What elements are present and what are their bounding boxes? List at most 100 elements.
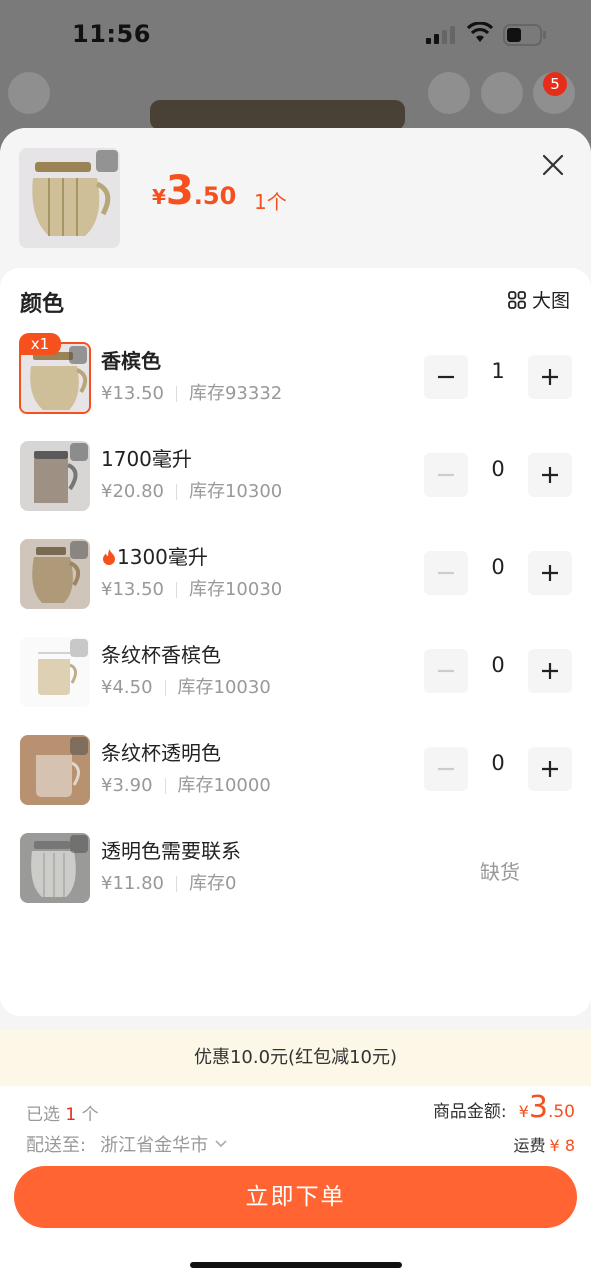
big-picture-label: 大图 <box>532 290 571 312</box>
total-int: 3 <box>528 1090 548 1125</box>
battery-icon <box>503 24 546 46</box>
option-item-champagne[interactable]: x1 香槟色 ¥13.50 库存93332 1 <box>0 333 591 433</box>
selected-summary: 已选 1 个 <box>26 1100 99 1125</box>
share-icon[interactable] <box>481 72 523 114</box>
option-item-striped-cup-champagne[interactable]: 条纹杯香槟色 ¥4.50 库存10030 0 <box>0 637 591 727</box>
decrement-button[interactable] <box>424 453 468 497</box>
selected-suffix: 个 <box>81 1105 99 1125</box>
option-item-1700ml[interactable]: 1700毫升 ¥20.80 库存10300 0 <box>0 441 591 531</box>
minus-icon <box>438 571 454 575</box>
home-indicator <box>190 1262 402 1268</box>
option-thumbnail[interactable] <box>20 539 90 609</box>
expand-icon[interactable] <box>70 835 88 853</box>
option-meta: ¥11.80 库存0 <box>101 869 236 895</box>
increment-button[interactable] <box>528 453 572 497</box>
expand-icon[interactable] <box>70 639 88 657</box>
cellular-signal-icon <box>426 26 455 44</box>
place-order-button[interactable]: 立即下单 <box>14 1166 577 1228</box>
ship-address: 浙江省金华市 <box>100 1135 209 1156</box>
option-meta: ¥13.50 库存10030 <box>101 575 282 601</box>
quantity-value[interactable]: 0 <box>468 653 528 677</box>
section-title: 颜色 <box>20 292 65 317</box>
option-name: 条纹杯透明色 <box>101 741 221 765</box>
expand-icon[interactable] <box>70 541 88 559</box>
quantity-value[interactable]: 1 <box>468 359 528 383</box>
ship-label: 配送至: <box>26 1135 87 1156</box>
option-price: ¥13.50 <box>101 579 164 600</box>
back-icon[interactable] <box>8 72 50 114</box>
option-stock: 库存0 <box>188 873 237 894</box>
option-meta: ¥3.90 库存10000 <box>101 771 271 797</box>
selected-quantity: 1个 <box>254 190 287 214</box>
chevron-down-icon <box>215 1140 227 1148</box>
option-name: 1700毫升 <box>101 447 192 471</box>
option-name: 香槟色 <box>101 349 161 373</box>
delivery-address[interactable]: 配送至: 浙江省金华市 <box>26 1131 228 1157</box>
increment-button[interactable] <box>528 355 572 399</box>
option-thumbnail[interactable] <box>20 735 90 805</box>
option-price: ¥3.90 <box>101 775 153 796</box>
expand-icon[interactable] <box>96 150 118 172</box>
expand-icon[interactable] <box>70 737 88 755</box>
expand-icon[interactable] <box>69 346 87 364</box>
option-thumbnail[interactable] <box>20 441 90 511</box>
minus-icon <box>438 375 454 379</box>
option-meta: ¥13.50 库存93332 <box>101 379 282 405</box>
out-of-stock-label: 缺货 <box>480 860 520 884</box>
option-price: ¥4.50 <box>101 677 153 698</box>
quantity-value[interactable]: 0 <box>468 555 528 579</box>
total-yen: ¥ <box>518 1102 529 1121</box>
sku-selector-sheet: ¥3.50 1个 颜色 大图 x1 香槟色 ¥13.50 库存93332 1 1… <box>0 128 591 1280</box>
option-thumbnail[interactable] <box>20 833 90 903</box>
decrement-button[interactable] <box>424 747 468 791</box>
cart-icon[interactable] <box>428 72 470 114</box>
total-label: 商品金额: <box>432 1102 507 1122</box>
big-picture-toggle[interactable]: 大图 <box>508 286 570 313</box>
grid-icon <box>508 290 526 309</box>
fire-icon <box>103 549 115 565</box>
plus-icon <box>542 467 558 483</box>
quantity-value[interactable]: 0 <box>468 457 528 481</box>
background-product-image <box>150 100 405 130</box>
selected-product-thumbnail[interactable] <box>19 148 120 248</box>
minus-icon <box>438 669 454 673</box>
decrement-button[interactable] <box>424 551 468 595</box>
quantity-value[interactable]: 0 <box>468 751 528 775</box>
option-stock: 库存93332 <box>188 383 283 404</box>
freight-label: 运费 <box>513 1136 546 1155</box>
expand-icon[interactable] <box>70 443 88 461</box>
option-meta: ¥20.80 库存10300 <box>101 477 282 503</box>
option-stock: 库存10300 <box>188 481 283 502</box>
increment-button[interactable] <box>528 747 572 791</box>
increment-button[interactable] <box>528 551 572 595</box>
selected-count-badge: x1 <box>19 333 61 355</box>
selected-number: 1 <box>65 1105 77 1125</box>
option-name-text: 1300毫升 <box>117 545 208 569</box>
option-thumbnail[interactable] <box>20 637 90 707</box>
sheet-header: ¥3.50 1个 <box>0 128 591 268</box>
option-item-striped-cup-clear[interactable]: 条纹杯透明色 ¥3.90 库存10000 0 <box>0 735 591 825</box>
close-icon[interactable] <box>538 150 568 180</box>
options-panel: 颜色 大图 x1 香槟色 ¥13.50 库存93332 1 1700毫升 ¥20… <box>0 268 591 1016</box>
decrement-button[interactable] <box>424 649 468 693</box>
plus-icon <box>542 761 558 777</box>
option-item-clear-contact[interactable]: 透明色需要联系 ¥11.80 库存0 缺货 <box>0 833 591 923</box>
increment-button[interactable] <box>528 649 572 693</box>
minus-icon <box>438 473 454 477</box>
goods-total: 商品金额: ¥ 3 .50 <box>433 1090 575 1125</box>
option-price: ¥20.80 <box>101 481 164 502</box>
option-name: 透明色需要联系 <box>101 839 241 863</box>
decrement-button[interactable] <box>424 355 468 399</box>
checkout-bar: 已选 1 个 商品金额: ¥ 3 .50 配送至: 浙江省金华市 运费 ¥ 8 立即… <box>0 1086 591 1280</box>
status-time: 11:56 <box>72 20 151 48</box>
cart-badge: 5 <box>543 72 567 96</box>
option-price: ¥13.50 <box>101 383 164 404</box>
total-dec: .50 <box>547 1102 575 1122</box>
freight-value: ¥ 8 <box>549 1136 575 1155</box>
option-item-1300ml[interactable]: 1300毫升 ¥13.50 库存10030 0 <box>0 539 591 629</box>
promo-banner: 优惠10.0元(红包减10元) <box>0 1030 591 1086</box>
selected-prefix: 已选 <box>26 1105 60 1125</box>
minus-icon <box>438 767 454 771</box>
status-bar: 11:56 <box>0 0 591 70</box>
option-name: 条纹杯香槟色 <box>101 643 221 667</box>
